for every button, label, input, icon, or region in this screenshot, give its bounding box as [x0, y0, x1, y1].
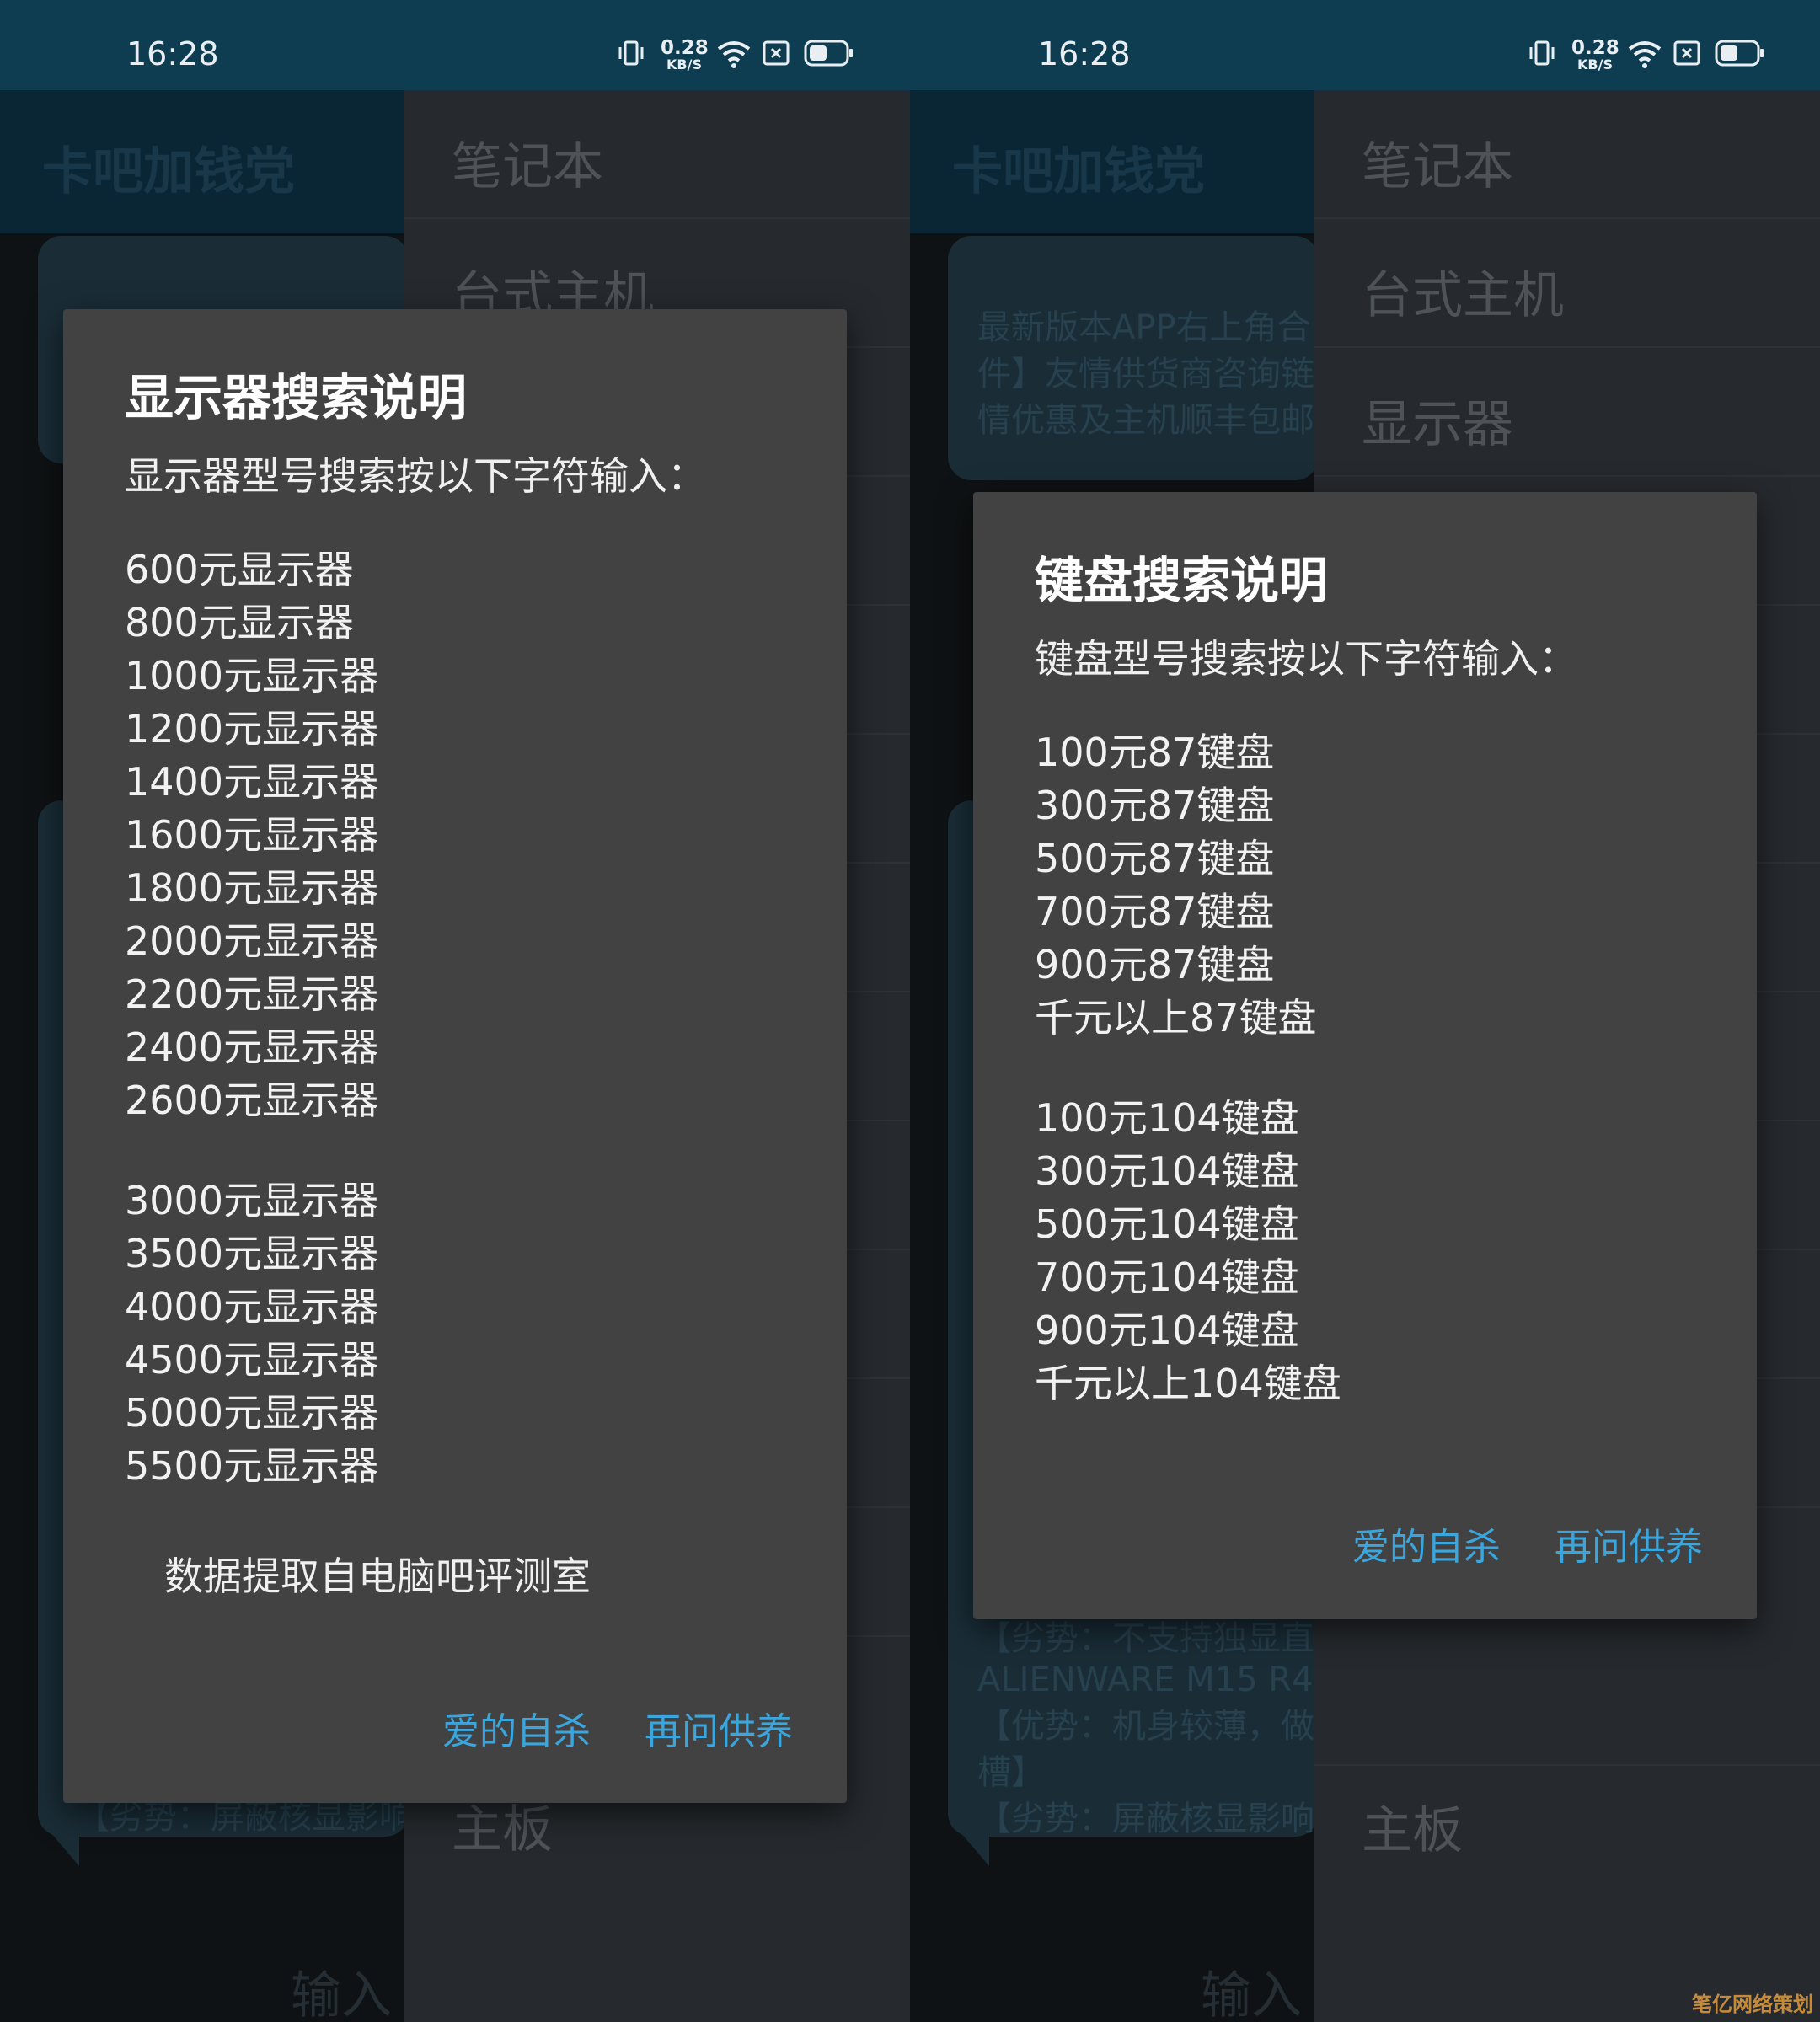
battery-icon: [1715, 40, 1764, 67]
chat-text: ALIENWARE M15 R4: [977, 1661, 1314, 1699]
list-item: 2000元显示器: [125, 918, 379, 964]
dialog-negative-button[interactable]: 爱的自杀: [1352, 1516, 1501, 1570]
list-item: 1800元显示器: [125, 865, 379, 911]
chat-text: 件】友情供货商咨询链: [977, 355, 1314, 393]
status-bar: 16:28 0.28 KB/S: [910, 0, 1820, 90]
list-item: 5000元显示器: [125, 1390, 379, 1436]
list-item: 千元以上87键盘: [1035, 995, 1317, 1040]
status-time: 16:28: [126, 35, 219, 72]
sim-blocked-icon: [763, 40, 790, 66]
dialog-intro: 键盘型号搜索按以下字符输入：: [1035, 636, 1577, 682]
list-item: 700元104键盘: [1035, 1254, 1299, 1300]
chat-text: 最新版本APP右上角合: [977, 308, 1311, 347]
list-item: 1200元显示器: [125, 706, 379, 752]
list-item: 5500元显示器: [125, 1443, 379, 1489]
chat-text: 【劣势：不支持独显直: [977, 1619, 1314, 1658]
monitor-search-dialog: 显示器搜索说明 显示器型号搜索按以下字符输入： 600元显示器 800元显示器 10…: [63, 309, 847, 1803]
list-item: 900元104键盘: [1035, 1308, 1299, 1353]
vibrate-icon: [1529, 40, 1555, 66]
watermark: 笔亿网络策划: [1692, 1993, 1813, 2016]
list-item: 900元87键盘: [1035, 942, 1275, 987]
keyboard-price-list: 100元87键盘 300元87键盘 500元87键盘 700元87键盘 900元87键盘…: [1035, 726, 1341, 1410]
list-item: 3000元显示器: [125, 1178, 379, 1223]
menu-item-notebook[interactable]: 笔记本: [1314, 90, 1820, 219]
network-speed: 0.28 KB/S: [1571, 37, 1619, 72]
menu-item-monitor[interactable]: 显示器: [1314, 348, 1820, 477]
list-item: 1000元显示器: [125, 653, 379, 698]
list-item: 500元104键盘: [1035, 1201, 1299, 1247]
app-title: 卡吧加钱党: [952, 142, 1205, 201]
dialog-footnote: 数据提取自电脑吧评测室: [164, 1554, 591, 1599]
list-item: 1400元显示器: [125, 759, 379, 805]
list-item: 2600元显示器: [125, 1078, 379, 1123]
bubble-tail: [51, 1832, 79, 1866]
status-icons: 0.28 KB/S: [1528, 39, 1769, 72]
menu-item-desktop[interactable]: 台式主机: [1314, 219, 1820, 348]
list-item: 1600元显示器: [125, 812, 379, 858]
message-input-placeholder[interactable]: 输入: [291, 1955, 392, 2022]
list-item: 800元显示器: [125, 600, 354, 645]
list-item: 700元87键盘: [1035, 889, 1275, 934]
dialog-positive-button[interactable]: 再问供养: [645, 1701, 793, 1755]
battery-icon: [804, 40, 853, 67]
dialog-title: 显示器搜索说明: [125, 369, 468, 426]
list-item: 3500元显示器: [125, 1231, 379, 1276]
list-item: 4500元显示器: [125, 1337, 379, 1383]
status-icons: 0.28 KB/S: [617, 39, 858, 72]
wifi-icon: [717, 41, 751, 68]
left-screenshot: 16:28 0.28 KB/S 卡吧加钱党 【劣势：屏蔽核显影响 输入 笔记本 …: [0, 0, 910, 2022]
right-screenshot: 16:28 0.28 KB/S 卡吧加钱党 最新版本APP右上角合 件】友情供货…: [910, 0, 1820, 2022]
list-item: 600元显示器: [125, 547, 354, 592]
dialog-positive-button[interactable]: 再问供养: [1555, 1516, 1703, 1570]
list-item: 500元87键盘: [1035, 836, 1275, 881]
message-input-placeholder[interactable]: 输入: [1201, 1955, 1302, 2022]
menu-item-motherboard[interactable]: 主板: [1314, 1766, 1820, 1895]
dialog-intro: 显示器型号搜索按以下字符输入：: [125, 453, 706, 499]
keyboard-search-dialog: 键盘搜索说明 键盘型号搜索按以下字符输入： 100元87键盘 300元87键盘 50…: [973, 492, 1757, 1619]
list-item: 300元104键盘: [1035, 1148, 1299, 1194]
list-item: 100元104键盘: [1035, 1095, 1299, 1141]
chat-text: 【劣势：屏蔽核显影响: [977, 1800, 1314, 1838]
list-gap: [125, 1127, 378, 1174]
status-bar: 16:28 0.28 KB/S: [0, 0, 910, 90]
list-item: 千元以上104键盘: [1035, 1361, 1341, 1406]
list-item: 2200元显示器: [125, 971, 379, 1017]
list-item: 300元87键盘: [1035, 783, 1275, 828]
list-item: 100元87键盘: [1035, 730, 1275, 775]
sim-blocked-icon: [1673, 40, 1700, 66]
dialog-negative-button[interactable]: 爱的自杀: [442, 1701, 591, 1755]
chat-text: 槽】: [977, 1753, 1045, 1792]
list-gap: [1035, 1045, 1341, 1092]
chat-text: 情优惠及主机顺丰包邮: [977, 401, 1314, 440]
menu-item-mouse[interactable]: 鼠标: [1314, 1548, 1820, 1766]
wifi-icon: [1628, 41, 1662, 68]
menu-item-notebook[interactable]: 笔记本: [404, 90, 910, 219]
chat-text: 【优势：机身较薄，做: [977, 1707, 1314, 1746]
list-item: 2400元显示器: [125, 1024, 379, 1070]
app-title: 卡吧加钱党: [42, 142, 295, 201]
list-item: 4000元显示器: [125, 1284, 379, 1329]
monitor-price-list: 600元显示器 800元显示器 1000元显示器 1200元显示器 1400元显示器 16…: [125, 543, 378, 1493]
network-speed: 0.28 KB/S: [661, 37, 709, 72]
status-time: 16:28: [1038, 35, 1131, 72]
vibrate-icon: [618, 40, 644, 66]
dialog-title: 键盘搜索说明: [1035, 552, 1329, 609]
